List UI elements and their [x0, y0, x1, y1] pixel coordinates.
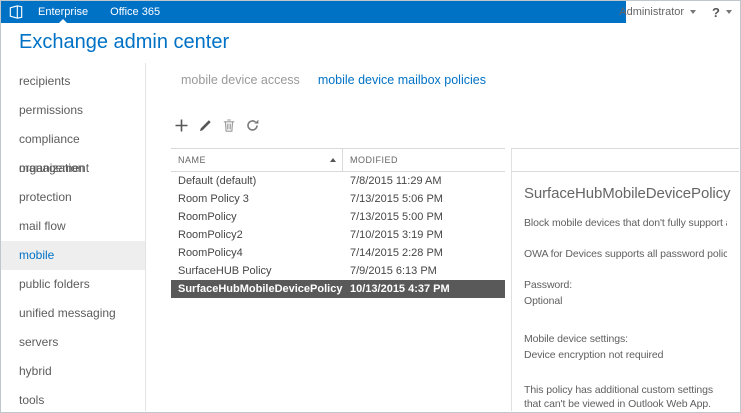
modified-column-label: MODIFIED	[350, 155, 398, 165]
refresh-icon	[246, 119, 259, 137]
policy-modified: 10/13/2015 4:37 PM	[343, 280, 505, 298]
policies-list: NAME MODIFIED Default (default) 7/8/2015…	[171, 148, 505, 298]
policy-detail-title: SurfaceHubMobileDevicePolicy	[524, 185, 727, 202]
administrator-menu-label: Administrator	[619, 6, 684, 18]
table-row[interactable]: RoomPolicy4 7/14/2015 2:28 PM	[171, 244, 505, 262]
sidebar-item-unified-messaging[interactable]: unified messaging	[1, 299, 145, 328]
top-bar-user-area: Administrator ?	[619, 1, 732, 23]
chevron-down-icon	[726, 10, 732, 14]
sort-ascending-icon	[330, 158, 336, 162]
sidebar-item-protection[interactable]: protection	[1, 183, 145, 212]
top-bar: Enterprise Office 365 Administrator ?	[1, 1, 740, 23]
chevron-down-icon	[690, 10, 696, 14]
table-row[interactable]: RoomPolicy2 7/10/2015 3:19 PM	[171, 226, 505, 244]
details-pane: SurfaceHubMobileDevicePolicy Block mobil…	[511, 148, 739, 411]
policy-modified: 7/9/2015 6:13 PM	[343, 262, 505, 280]
policy-modified: 7/14/2015 2:28 PM	[343, 244, 505, 262]
sidebar-item-mobile[interactable]: mobile	[1, 241, 145, 270]
sidebar-item-public-folders[interactable]: public folders	[1, 270, 145, 299]
sidebar-item-permissions[interactable]: permissions	[1, 96, 145, 125]
name-column-header[interactable]: NAME	[171, 149, 343, 171]
policy-name: SurfaceHUB Policy	[171, 262, 343, 280]
sidebar-item-hybrid[interactable]: hybrid	[1, 357, 145, 386]
page-title: Exchange admin center	[19, 31, 229, 54]
office-logo-icon	[9, 5, 23, 19]
custom-settings-note-text: This policy has additional custom settin…	[524, 384, 713, 410]
tab-enterprise-label: Enterprise	[38, 6, 88, 18]
table-row[interactable]: Room Policy 3 7/13/2015 5:06 PM	[171, 190, 505, 208]
modified-column-header[interactable]: MODIFIED	[343, 149, 505, 171]
tab-mobile-device-mailbox-policies[interactable]: mobile device mailbox policies	[318, 73, 486, 87]
policy-description-line2: OWA for Devices supports all password po…	[524, 248, 727, 260]
table-row[interactable]: Default (default) 7/8/2015 11:29 AM	[171, 172, 505, 190]
policy-modified: 7/13/2015 5:00 PM	[343, 208, 505, 226]
sidebar-item-organization[interactable]: organization	[1, 154, 145, 183]
toolbar	[175, 119, 259, 137]
sidebar-item-mail-flow[interactable]: mail flow	[1, 212, 145, 241]
help-icon: ?	[712, 5, 720, 20]
top-bar-brand-area: Enterprise Office 365	[1, 1, 626, 23]
policy-name: Room Policy 3	[171, 190, 343, 208]
main-content: mobile device access mobile device mailb…	[147, 63, 739, 411]
tab-office-365[interactable]: Office 365	[106, 1, 164, 23]
policy-name: Default (default)	[171, 172, 343, 190]
password-value: Optional	[524, 295, 727, 307]
delete-button[interactable]	[223, 119, 235, 137]
tab-mobile-device-access[interactable]: mobile device access	[181, 73, 300, 87]
table-row-selected[interactable]: SurfaceHubMobileDevicePolicy 10/13/2015 …	[171, 280, 505, 298]
details-body: SurfaceHubMobileDevicePolicy Block mobil…	[512, 185, 739, 411]
password-label: Password:	[524, 279, 727, 291]
exchange-admin-center-window: Enterprise Office 365 Administrator ? Ex…	[0, 0, 741, 413]
policy-modified: 7/8/2015 11:29 AM	[343, 172, 505, 190]
sidebar-nav: recipients permissions compliance manage…	[1, 63, 146, 411]
administrator-menu[interactable]: Administrator	[619, 6, 696, 18]
sidebar-item-recipients[interactable]: recipients	[1, 67, 145, 96]
delete-icon	[223, 119, 235, 137]
sidebar-item-servers[interactable]: servers	[1, 328, 145, 357]
policy-name: RoomPolicy4	[171, 244, 343, 262]
name-column-label: NAME	[178, 155, 206, 165]
active-tab-caret-icon	[59, 19, 67, 23]
tab-enterprise[interactable]: Enterprise	[34, 1, 92, 23]
refresh-button[interactable]	[246, 119, 259, 137]
tab-office-365-label: Office 365	[110, 6, 160, 18]
sidebar-item-tools[interactable]: tools	[1, 386, 145, 411]
table-row[interactable]: SurfaceHUB Policy 7/9/2015 6:13 PM	[171, 262, 505, 280]
add-button[interactable]	[175, 119, 188, 137]
mobile-device-settings-label: Mobile device settings:	[524, 333, 727, 345]
custom-settings-note: This policy has additional custom settin…	[524, 383, 727, 411]
policy-name: RoomPolicy2	[171, 226, 343, 244]
help-menu[interactable]: ?	[712, 5, 732, 20]
policy-name: SurfaceHubMobileDevicePolicy	[171, 280, 343, 298]
list-header-row: NAME MODIFIED	[171, 148, 505, 172]
device-encryption-value: Device encryption not required	[524, 349, 727, 361]
policy-modified: 7/13/2015 5:06 PM	[343, 190, 505, 208]
sidebar-item-compliance-management[interactable]: compliance management	[1, 125, 145, 154]
edit-button[interactable]	[199, 119, 212, 137]
add-icon	[175, 119, 188, 137]
policy-modified: 7/10/2015 3:19 PM	[343, 226, 505, 244]
policy-name: RoomPolicy	[171, 208, 343, 226]
edit-icon	[199, 119, 212, 137]
policy-description-line1: Block mobile devices that don't fully su…	[524, 217, 727, 229]
details-header-strip	[512, 148, 739, 172]
table-row[interactable]: RoomPolicy 7/13/2015 5:00 PM	[171, 208, 505, 226]
section-tabs: mobile device access mobile device mailb…	[181, 73, 486, 87]
